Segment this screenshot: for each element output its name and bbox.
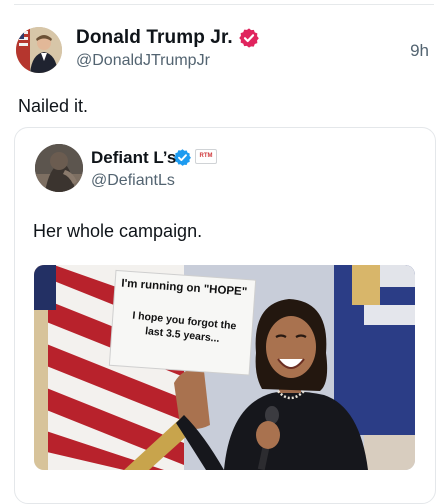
quoted-author-name[interactable]: Defiant L’s — [91, 148, 176, 168]
quoted-tweet-image[interactable]: I'm running on "HOPE" I hope you forgot … — [34, 265, 415, 470]
tweet-text: Nailed it. — [18, 96, 89, 116]
quoted-tweet-card[interactable]: Defiant L’s RTM @DefiantLs Her whole cam… — [14, 127, 436, 504]
verified-badge-icon — [173, 148, 192, 167]
affiliate-badge[interactable]: RTM — [195, 149, 217, 164]
quoted-author-avatar[interactable] — [35, 144, 83, 192]
quoted-tweet-text: Her whole campaign. — [33, 221, 203, 241]
tweet-timestamp[interactable]: 9h — [410, 41, 429, 61]
quoted-author-handle[interactable]: @DefiantLs — [91, 172, 175, 190]
verified-badge-icon — [238, 27, 260, 49]
top-divider — [14, 4, 434, 5]
author-avatar[interactable] — [16, 27, 62, 73]
author-handle[interactable]: @DonaldJTrumpJr — [76, 52, 210, 70]
author-name[interactable]: Donald Trump Jr. — [76, 27, 233, 49]
